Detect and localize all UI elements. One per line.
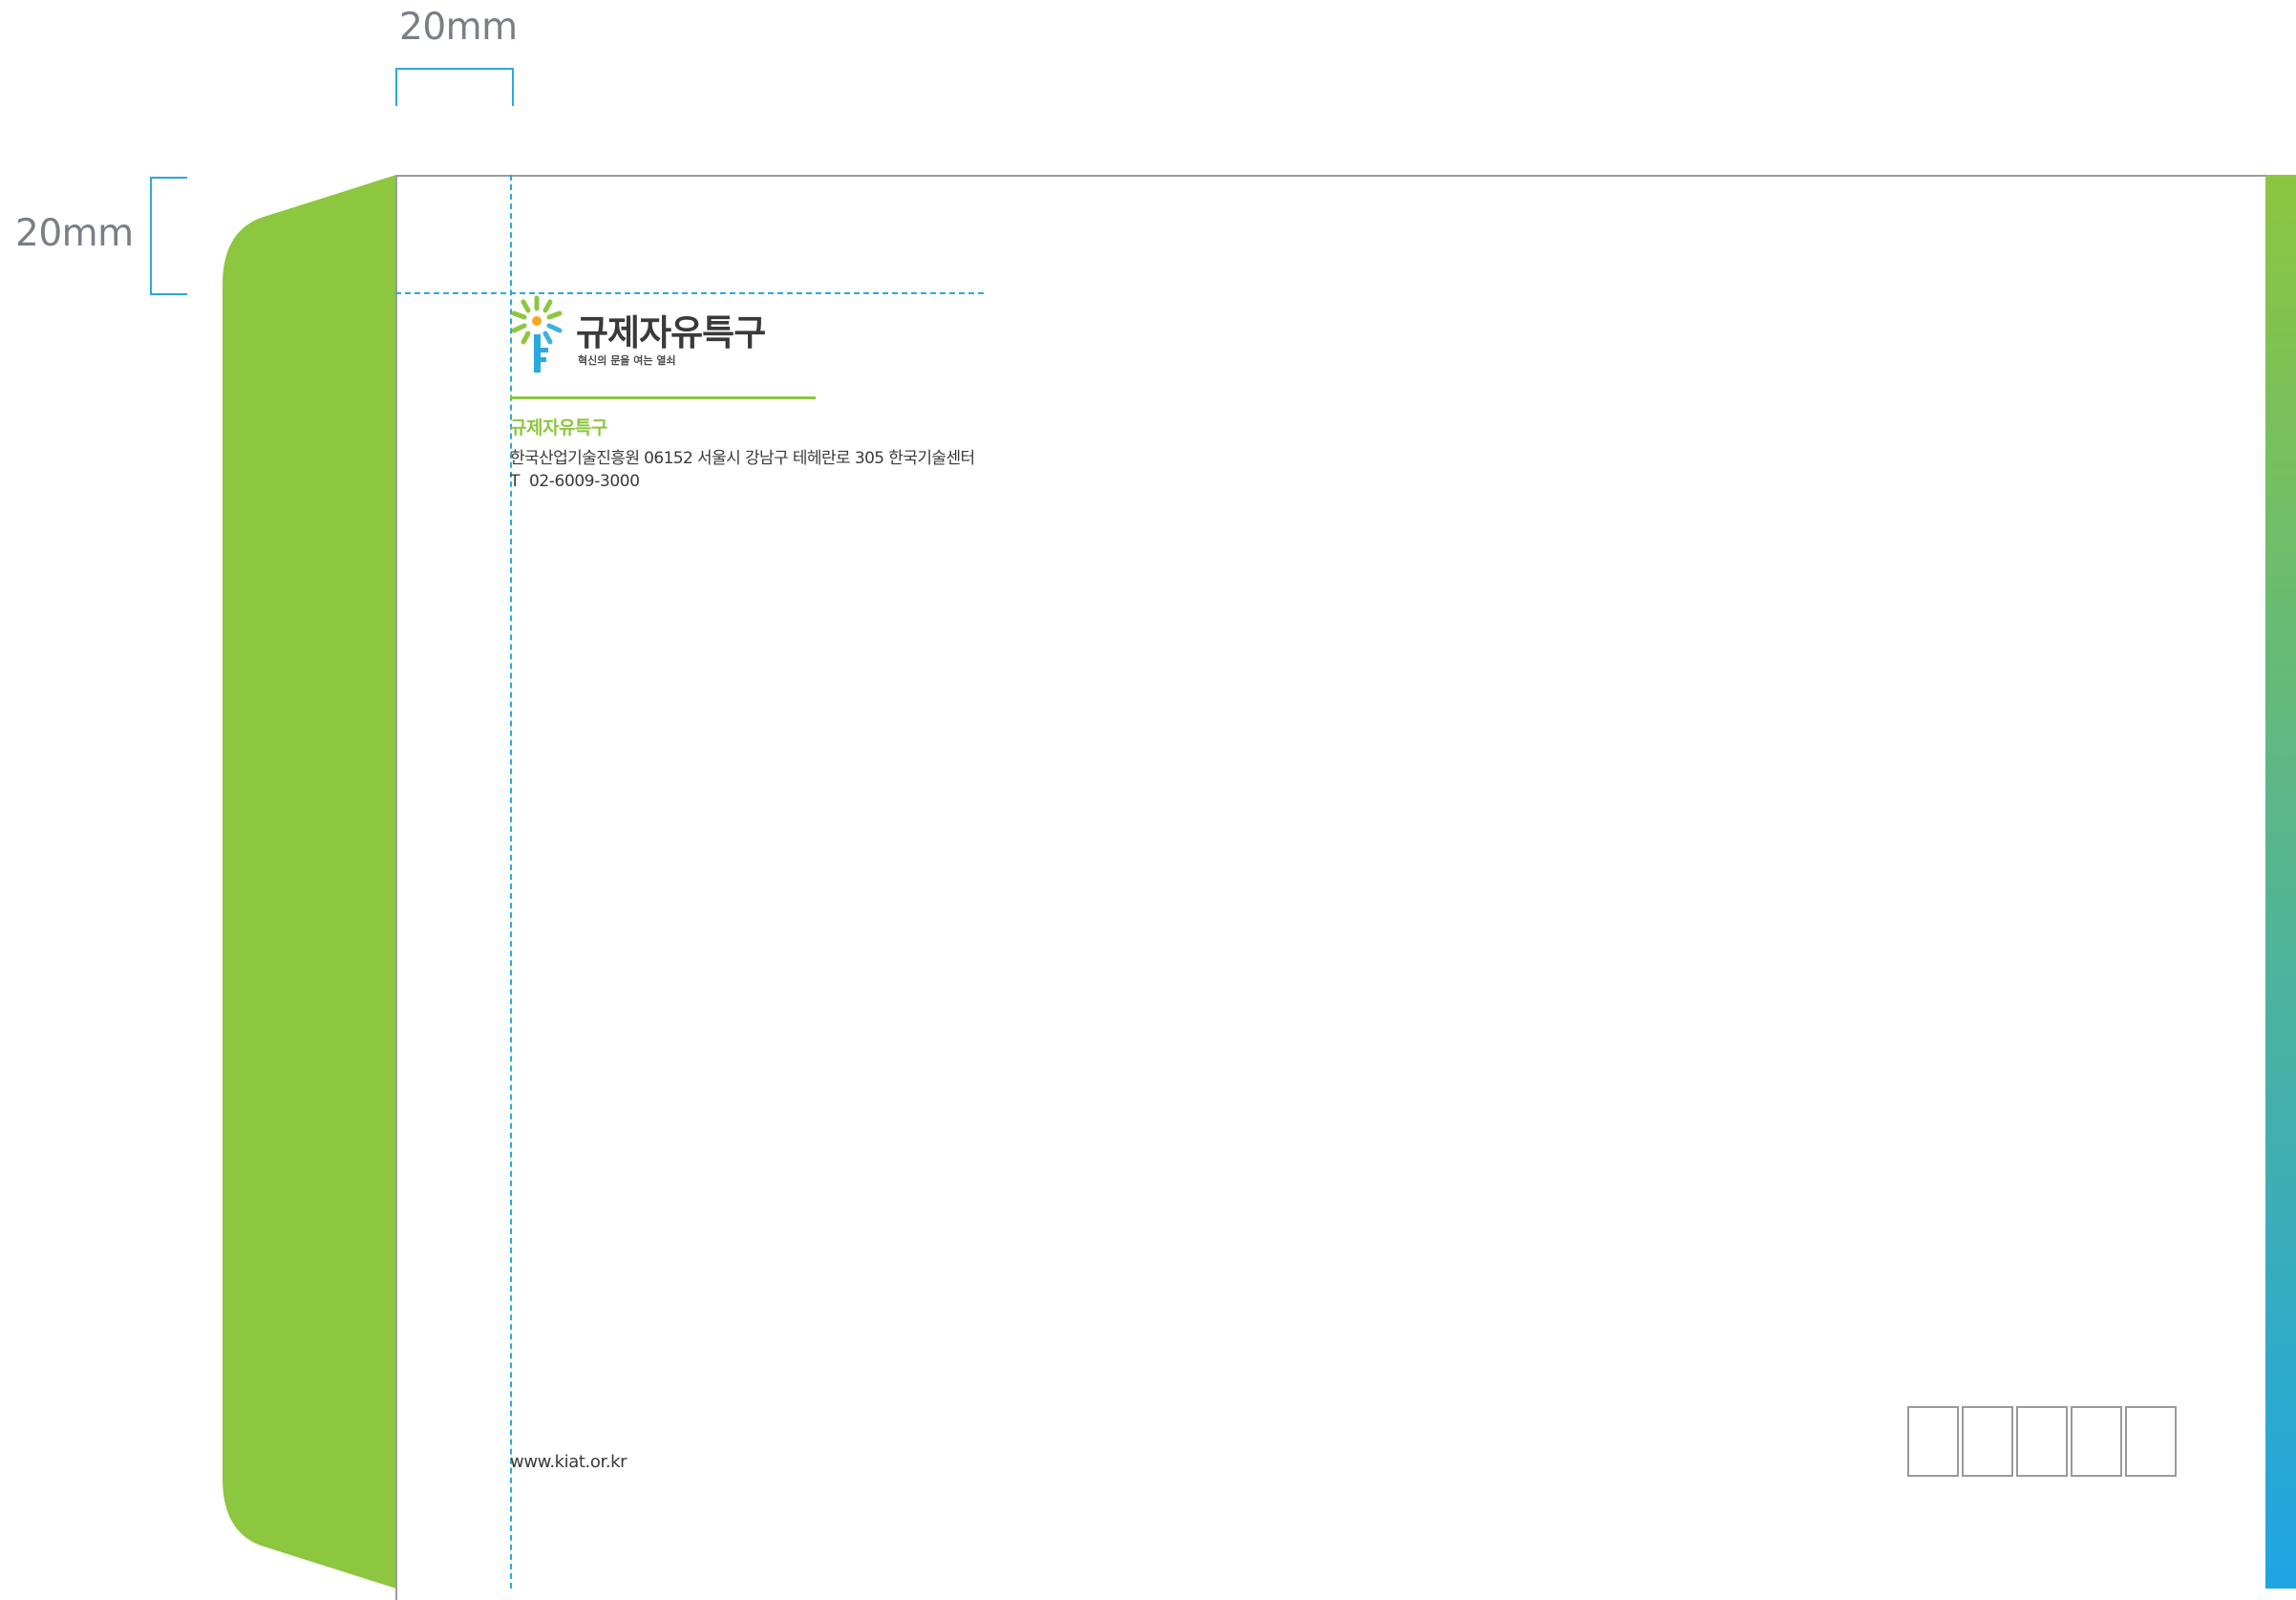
website-url: www.kiat.or.kr (510, 1452, 627, 1472)
postal-code-box (1962, 1406, 2013, 1477)
sender-name: 규제자유특구 (510, 417, 607, 438)
sender-phone: T 02-6009-3000 (510, 472, 640, 491)
sender-address: 한국산업기술진흥원 06152 서울시 강남구 테헤란로 305 한국기술센터 (510, 449, 975, 468)
left-margin-dimension-bracket (150, 177, 187, 295)
postal-code-box (2125, 1406, 2177, 1477)
logo-wordmark: 규제자유특구 (576, 312, 766, 353)
postal-code-box (2016, 1406, 2068, 1477)
key-sparkle-icon (511, 295, 563, 373)
postal-code-box (2071, 1406, 2122, 1477)
margin-guide-vertical (510, 175, 512, 1589)
top-margin-dimension-label: 20mm (399, 6, 518, 49)
logo-tagline: 혁신의 문을 여는 열쇠 (578, 354, 676, 367)
envelope-body (395, 175, 2267, 1600)
left-margin-dimension-label: 20mm (15, 212, 134, 255)
margin-guide-horizontal (395, 292, 984, 294)
envelope-flap (223, 175, 396, 1589)
sender-divider (510, 396, 816, 399)
envelope-gradient-strip (2265, 175, 2296, 1589)
top-margin-dimension-bracket (395, 68, 514, 106)
postal-code-box (1907, 1406, 1959, 1477)
